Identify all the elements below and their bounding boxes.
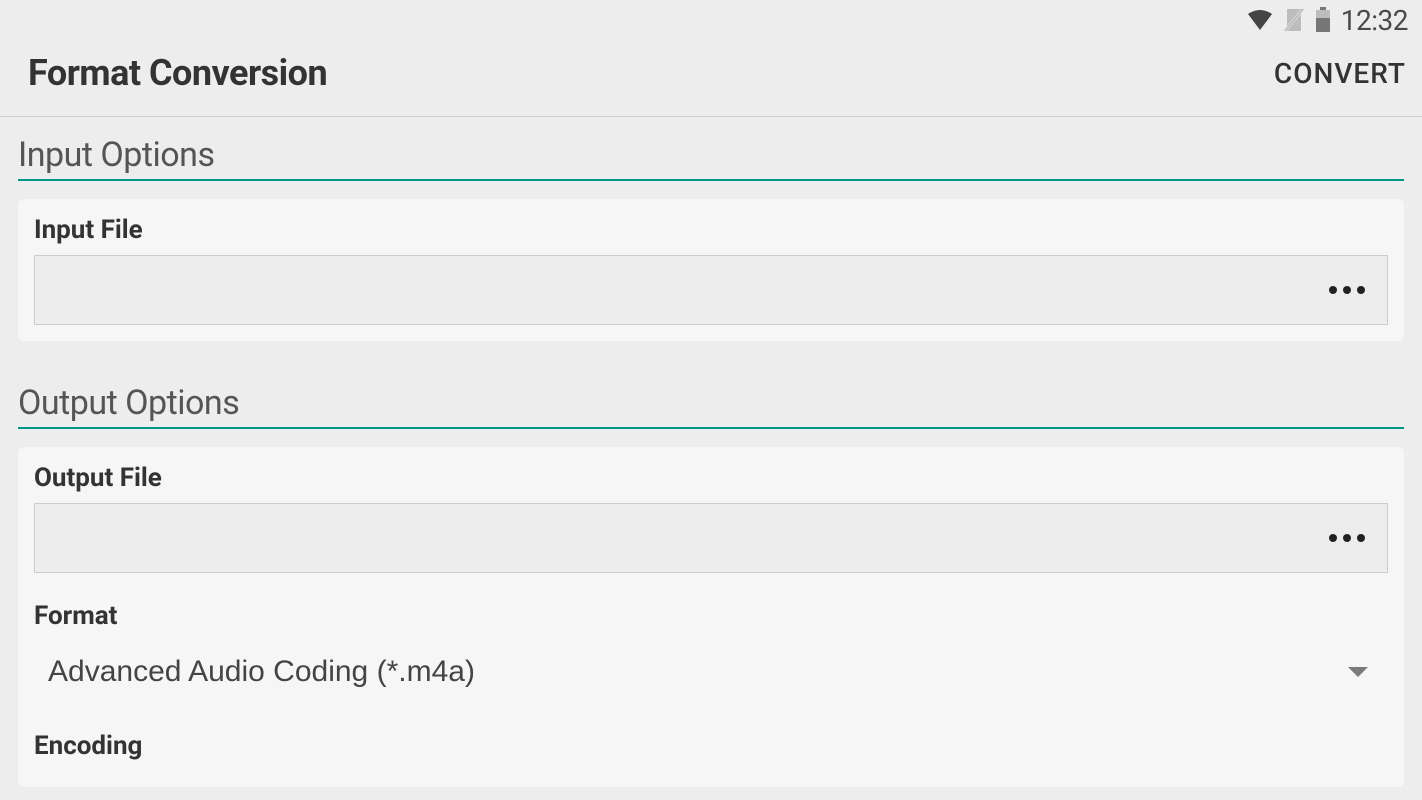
output-file-label: Output File [34,463,1388,493]
format-select[interactable]: Advanced Audio Coding (*.m4a) [34,641,1388,703]
page-title: Format Conversion [28,52,327,94]
output-file-browse-button[interactable] [1307,504,1387,572]
input-options-header: Input Options [18,117,1404,181]
ellipsis-icon [1329,286,1365,294]
no-sim-icon [1283,7,1305,33]
chevron-down-icon [1348,667,1368,677]
wifi-icon [1247,9,1273,31]
output-options-header: Output Options [18,365,1404,429]
input-options-card: Input File [18,199,1404,341]
convert-button[interactable]: CONVERT [1274,57,1406,90]
encoding-label: Encoding [34,731,1388,761]
status-time: 12:32 [1341,4,1408,37]
input-file-label: Input File [34,215,1388,245]
status-bar: 12:32 [0,0,1422,40]
battery-icon [1315,7,1331,33]
input-file-browse-button[interactable] [1307,256,1387,324]
app-bar: Format Conversion CONVERT [0,40,1422,117]
input-file-field[interactable] [35,256,1307,324]
input-file-row [34,255,1388,325]
ellipsis-icon [1329,534,1365,542]
format-select-value: Advanced Audio Coding (*.m4a) [48,655,475,689]
output-options-card: Output File Format Advanced Audio Coding… [18,447,1404,787]
format-label: Format [34,601,1388,631]
output-file-field[interactable] [35,504,1307,572]
output-file-row [34,503,1388,573]
